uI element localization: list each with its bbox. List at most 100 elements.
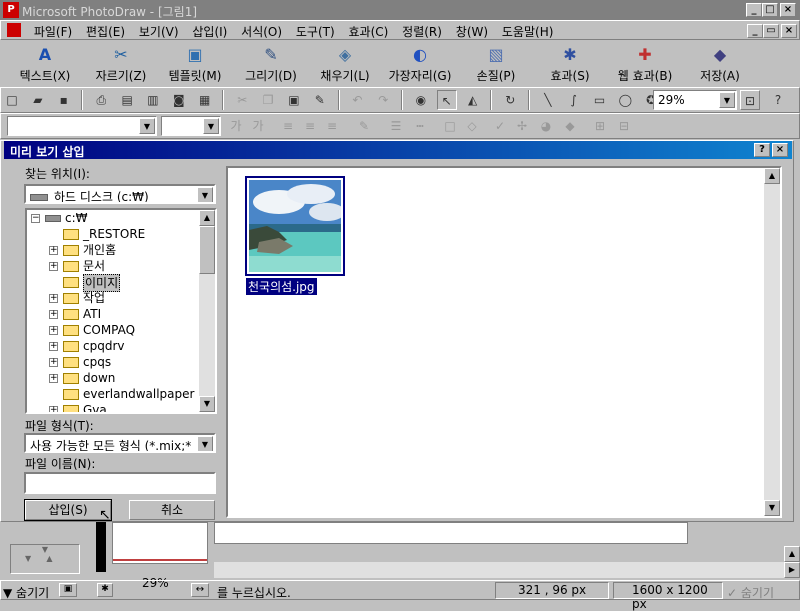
line-color-icon[interactable]: ✎ bbox=[354, 116, 374, 136]
template-button[interactable]: ▣ 템플릿(M) bbox=[160, 41, 230, 87]
expand-icon[interactable]: + bbox=[49, 294, 58, 303]
zoom-combo[interactable]: 29% ▼ bbox=[653, 90, 737, 110]
dialog-help-button[interactable]: ? bbox=[754, 143, 770, 157]
preview-pane[interactable]: 천국의섬.jpg ▲ ▼ bbox=[226, 166, 782, 518]
picture-list-toggle-icon[interactable]: ▣ bbox=[59, 583, 77, 597]
zoom-fit-icon[interactable]: ⊡ bbox=[740, 90, 760, 110]
tree-node[interactable]: − c:₩ bbox=[27, 210, 215, 226]
tree-node[interactable]: + down bbox=[27, 370, 215, 386]
file-name-input[interactable] bbox=[24, 472, 216, 494]
effects-button[interactable]: ✱ 효과(S) bbox=[540, 41, 600, 87]
dash-style-icon[interactable]: ┅ bbox=[410, 116, 430, 136]
ungroup-icon[interactable]: ⊟ bbox=[614, 116, 634, 136]
chevron-down-icon[interactable]: ▼ bbox=[719, 92, 735, 108]
chevron-down-icon[interactable]: ▼ bbox=[203, 118, 219, 134]
minimize-button[interactable]: _ bbox=[746, 3, 762, 17]
open-icon[interactable]: ▰ bbox=[28, 90, 48, 110]
print-preview-icon[interactable]: ▤ bbox=[117, 90, 137, 110]
hide-left-button[interactable]: ▼ 숨기기 bbox=[3, 584, 49, 601]
tree-node[interactable]: 이미지 bbox=[27, 274, 215, 292]
doc-restore-button[interactable]: ▭ bbox=[763, 24, 779, 38]
scroll-thumb[interactable] bbox=[199, 226, 215, 274]
tree-node[interactable]: everlandwallpaper bbox=[27, 386, 215, 402]
align-right-icon[interactable]: ≡ bbox=[322, 116, 342, 136]
document-icon[interactable] bbox=[7, 23, 21, 37]
print-icon[interactable]: ⎙ bbox=[91, 90, 111, 110]
menu-help[interactable]: 도움말(H) bbox=[497, 21, 559, 42]
group-icon[interactable]: ⊞ bbox=[590, 116, 610, 136]
expand-icon[interactable]: + bbox=[49, 358, 58, 367]
bold-icon[interactable]: 가 bbox=[226, 116, 246, 136]
photodraw-icon[interactable]: P bbox=[3, 2, 19, 18]
help-icon[interactable]: ? bbox=[768, 90, 788, 110]
crop-tool-icon[interactable]: ◕ bbox=[536, 116, 556, 136]
scroll-up-icon[interactable]: ▼ bbox=[11, 545, 79, 554]
tree-node[interactable]: + 개인홈 bbox=[27, 242, 215, 258]
new-icon[interactable]: □ bbox=[2, 90, 22, 110]
cancel-button[interactable]: 취소 bbox=[129, 500, 215, 520]
pointer-icon[interactable]: ↖ bbox=[436, 90, 457, 110]
horizontal-scrollbar[interactable] bbox=[214, 562, 784, 578]
font-size-combo[interactable]: ▼ bbox=[161, 116, 221, 136]
tree-node[interactable]: + cpqs bbox=[27, 354, 215, 370]
fill-color-icon[interactable]: ◭ bbox=[463, 90, 483, 110]
preview-vertical-scrollbar[interactable]: ▲ ▼ bbox=[764, 168, 780, 516]
menu-view[interactable]: 보기(V) bbox=[134, 21, 184, 42]
tree-node[interactable]: + Gva bbox=[27, 402, 215, 412]
cut-icon[interactable]: ✂ bbox=[232, 90, 252, 110]
look-in-combo[interactable]: 하드 디스크 (c:₩) ▼ bbox=[24, 184, 216, 204]
erase-icon[interactable]: ◆ bbox=[560, 116, 580, 136]
menu-format[interactable]: 서식(O) bbox=[236, 21, 287, 42]
doc-minimize-button[interactable]: _ bbox=[747, 24, 763, 38]
folder-tree[interactable]: − c:₩ _RESTORE + 개인홈 + 문서 이미지 + 작업 + ATI + COMPAQ + cpq… bbox=[25, 208, 217, 414]
scroll-up-icon[interactable]: ▲ bbox=[764, 168, 780, 184]
dialog-close-button[interactable]: × bbox=[772, 143, 788, 157]
file-thumbnail[interactable] bbox=[245, 176, 345, 276]
draw-button[interactable]: ✎ 그리기(D) bbox=[238, 41, 304, 87]
font-combo[interactable]: ▼ bbox=[7, 116, 157, 136]
camera-icon[interactable]: ◙ bbox=[169, 90, 189, 110]
edge-button[interactable]: ◐ 가장자리(G) bbox=[380, 41, 460, 87]
expand-icon[interactable]: + bbox=[49, 262, 58, 271]
touchup-button[interactable]: ▧ 손질(P) bbox=[466, 41, 526, 87]
expand-icon[interactable]: + bbox=[49, 374, 58, 383]
italic-icon[interactable]: 가 bbox=[248, 116, 268, 136]
menu-tools[interactable]: 도구(T) bbox=[291, 21, 340, 42]
fit-width-icon[interactable]: ↔ bbox=[191, 583, 209, 597]
rotate-icon[interactable]: ↻ bbox=[500, 90, 520, 110]
menu-insert[interactable]: 삽입(I) bbox=[187, 21, 232, 42]
close-button[interactable]: × bbox=[780, 3, 796, 17]
canvas-area[interactable] bbox=[214, 522, 688, 544]
tree-node[interactable]: _RESTORE bbox=[27, 226, 215, 242]
thumbnail-slot[interactable] bbox=[112, 522, 208, 564]
crop-button[interactable]: ✂ 자르기(Z) bbox=[86, 41, 156, 87]
paste-icon[interactable]: ▣ bbox=[284, 90, 304, 110]
line-style-icon[interactable]: ☰ bbox=[386, 116, 406, 136]
scroll-up-icon[interactable]: ▲ bbox=[199, 210, 215, 226]
menu-effects[interactable]: 효과(C) bbox=[344, 21, 394, 42]
expand-icon[interactable]: + bbox=[49, 406, 58, 412]
save-button[interactable]: ◆ 저장(A) bbox=[690, 41, 750, 87]
shadow-icon[interactable]: □ bbox=[440, 116, 460, 136]
format-painter-icon[interactable]: ✎ bbox=[310, 90, 330, 110]
tree-vertical-scrollbar[interactable]: ▲ ▼ bbox=[199, 210, 215, 412]
menu-window[interactable]: 창(W) bbox=[451, 21, 493, 42]
web-effects-button[interactable]: ✚ 웹 효과(B) bbox=[610, 41, 680, 87]
expand-icon[interactable]: + bbox=[49, 310, 58, 319]
ellipse-icon[interactable]: ◯ bbox=[615, 90, 635, 110]
3d-icon[interactable]: ◇ bbox=[462, 116, 482, 136]
picture-list-scroll[interactable] bbox=[96, 522, 106, 572]
scroll-down-icon[interactable]: ▼ ▲ bbox=[11, 554, 79, 563]
hide-right-button[interactable]: ✓ 숨기기 bbox=[727, 584, 774, 601]
distort-icon[interactable]: ✓ bbox=[490, 116, 510, 136]
chevron-down-icon[interactable]: ▼ bbox=[139, 118, 155, 134]
file-type-combo[interactable]: 사용 가능한 모든 형식 (*.mix;* ▼ bbox=[24, 433, 216, 453]
chevron-down-icon[interactable]: ▼ bbox=[197, 187, 213, 202]
expand-icon[interactable]: + bbox=[49, 326, 58, 335]
pan-icon[interactable]: ✱ bbox=[97, 583, 113, 597]
text-button[interactable]: A 텍스트(X) bbox=[8, 41, 82, 87]
tree-node[interactable]: + 문서 bbox=[27, 258, 215, 274]
tree-node[interactable]: + cpqdrv bbox=[27, 338, 215, 354]
align-center-icon[interactable]: ≡ bbox=[300, 116, 320, 136]
align-left-icon[interactable]: ≡ bbox=[278, 116, 298, 136]
